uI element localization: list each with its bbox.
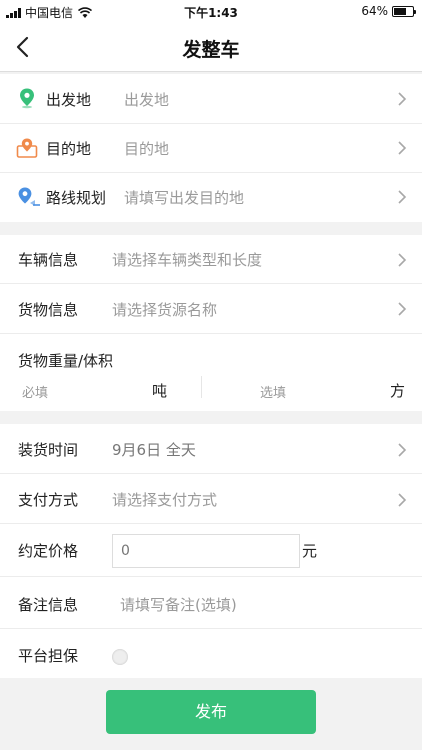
volume-unit: 方 (390, 382, 406, 400)
page-title: 发整车 (182, 39, 240, 61)
vehicle-row[interactable]: 车辆信息 请选择车辆类型和长度 (0, 235, 422, 284)
payment-row[interactable]: 支付方式 请选择支付方式 (0, 474, 422, 524)
route-plan-row[interactable]: 路线规划 请填写出发目的地 (0, 173, 422, 222)
vehicle-label: 车辆信息 (18, 251, 79, 269)
publish-button[interactable]: 发布 (106, 690, 316, 734)
chevron-right-icon (398, 253, 407, 267)
weight-unit: 吨 (152, 382, 168, 400)
origin-pin-icon (20, 88, 34, 109)
battery-icon (392, 5, 416, 17)
price-row: 约定价格 元 (0, 524, 422, 577)
status-right: 64% (361, 4, 416, 18)
origin-label: 出发地 (46, 91, 92, 109)
route-plan-label: 路线规划 (46, 189, 107, 207)
route-section: 出发地 出发地 目的地 目的地 路线规划 请填写出发目的地 (0, 74, 422, 222)
destination-row[interactable]: 目的地 目的地 (0, 124, 422, 173)
remark-label: 备注信息 (18, 596, 79, 614)
battery-percent: 64% (361, 4, 388, 18)
status-bar: 中国电信 下午1:43 64% (0, 0, 422, 22)
volume-input[interactable]: 选填 (260, 382, 286, 401)
footer: 发布 (0, 678, 422, 750)
chevron-right-icon (398, 302, 407, 316)
vehicle-placeholder: 请选择车辆类型和长度 (112, 251, 263, 269)
cargo-label: 货物信息 (18, 301, 79, 319)
weight-volume-row: 货物重量/体积 必填 吨 选填 方 (0, 334, 422, 411)
divider (201, 376, 202, 398)
route-plan-placeholder: 请填写出发目的地 (124, 189, 245, 207)
guarantee-toggle[interactable] (112, 649, 128, 665)
price-unit: 元 (302, 542, 318, 560)
chevron-right-icon (398, 92, 407, 106)
chevron-right-icon (398, 443, 407, 457)
guarantee-row: 平台担保 (0, 629, 422, 678)
destination-pin-icon (16, 138, 38, 158)
price-input[interactable] (112, 534, 300, 568)
nav-bar: 发整车 (0, 22, 422, 72)
weight-volume-inputs: 必填 吨 选填 方 (0, 374, 422, 408)
loading-time-value: 9月6日 全天 (112, 441, 196, 459)
origin-row[interactable]: 出发地 出发地 (0, 74, 422, 124)
guarantee-label: 平台担保 (18, 647, 79, 665)
chevron-right-icon (398, 190, 407, 204)
loading-time-row[interactable]: 装货时间 9月6日 全天 (0, 424, 422, 474)
destination-placeholder: 目的地 (124, 140, 170, 158)
chevron-right-icon (398, 493, 407, 507)
price-label: 约定价格 (18, 542, 79, 560)
loading-time-label: 装货时间 (18, 441, 79, 459)
payment-label: 支付方式 (18, 491, 79, 509)
chevron-right-icon (398, 141, 407, 155)
details-section: 装货时间 9月6日 全天 支付方式 请选择支付方式 约定价格 元 备注信息 请填… (0, 424, 422, 678)
cargo-row[interactable]: 货物信息 请选择货源名称 (0, 284, 422, 334)
origin-placeholder: 出发地 (124, 91, 170, 109)
weight-volume-label: 货物重量/体积 (18, 352, 114, 370)
destination-label: 目的地 (46, 140, 92, 158)
cargo-placeholder: 请选择货源名称 (112, 301, 218, 319)
remark-placeholder: 请填写备注(选填) (120, 596, 237, 614)
route-plan-icon (18, 187, 40, 206)
status-time: 下午1:43 (184, 6, 238, 20)
goods-section: 车辆信息 请选择车辆类型和长度 货物信息 请选择货源名称 货物重量/体积 必填 … (0, 235, 422, 411)
weight-input[interactable]: 必填 (22, 382, 48, 401)
payment-placeholder: 请选择支付方式 (112, 491, 218, 509)
remark-row[interactable]: 备注信息 请填写备注(选填) (0, 577, 422, 629)
